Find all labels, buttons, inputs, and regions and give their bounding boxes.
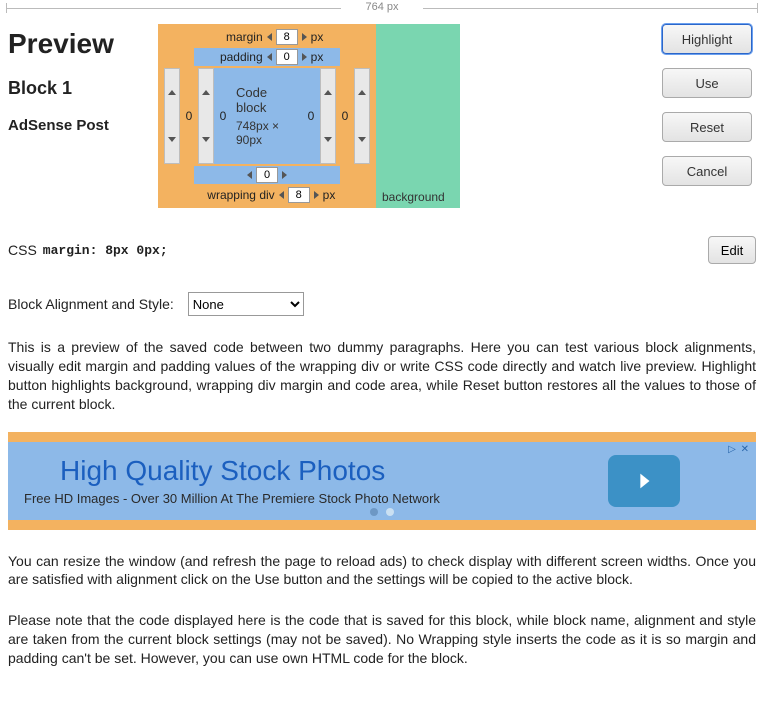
- padding-bottom-dec-icon[interactable]: [247, 171, 252, 179]
- arrow-up-icon: [165, 69, 179, 116]
- margin-bottom-inc-icon[interactable]: [314, 191, 319, 199]
- ad-cta-button[interactable]: [608, 455, 680, 507]
- css-row: CSS margin: 8px 0px; Edit: [8, 236, 756, 264]
- arrow-down-icon: [321, 116, 335, 163]
- paragraph-2: You can resize the window (and refresh t…: [8, 552, 756, 590]
- padding-box: Code block 748px × 90px: [232, 68, 302, 164]
- margin-right-value: 0: [336, 68, 354, 164]
- paragraph-1: This is a preview of the saved code betw…: [8, 338, 756, 414]
- code-block-label: Code block: [236, 85, 298, 115]
- use-button[interactable]: Use: [662, 68, 752, 98]
- dot-2[interactable]: [386, 508, 394, 516]
- margin-box: margin px padding px 0: [158, 24, 376, 208]
- block-heading: Block 1: [8, 78, 158, 99]
- margin-bottom-dec-icon[interactable]: [279, 191, 284, 199]
- width-ruler: 764 px: [0, 0, 764, 18]
- margin-bottom-input[interactable]: [288, 187, 310, 203]
- ad-subtitle: Free HD Images - Over 30 Million At The …: [24, 491, 608, 506]
- ruler-label: 764 px: [365, 1, 398, 13]
- titles: Preview Block 1 AdSense Post: [8, 18, 158, 134]
- preview-heading: Preview: [8, 28, 158, 60]
- reset-button[interactable]: Reset: [662, 112, 752, 142]
- margin-top-inc-icon[interactable]: [302, 33, 307, 41]
- arrow-up-icon: [355, 69, 369, 116]
- padding-left-spinner[interactable]: [198, 68, 214, 164]
- arrow-up-icon: [321, 69, 335, 116]
- margin-top-input[interactable]: [276, 29, 298, 45]
- arrow-down-icon: [355, 116, 369, 163]
- ad-title: High Quality Stock Photos: [60, 455, 608, 487]
- wrapping-label: wrapping div: [199, 188, 275, 202]
- padding-top-dec-icon[interactable]: [267, 53, 272, 61]
- ad-close-icon[interactable]: ▷ ✕: [728, 444, 750, 455]
- chevron-right-icon: [633, 470, 655, 492]
- padding-top-inc-icon[interactable]: [302, 53, 307, 61]
- background-label: background: [382, 190, 445, 204]
- code-box: Code block 748px × 90px: [236, 70, 298, 162]
- padding-label: padding: [211, 50, 263, 64]
- dot-1[interactable]: [370, 508, 378, 516]
- css-label: CSS: [8, 242, 37, 258]
- padding-right-spinner[interactable]: [320, 68, 336, 164]
- padding-bottom-input[interactable]: [256, 167, 278, 183]
- arrow-down-icon: [165, 116, 179, 163]
- block-name: AdSense Post: [8, 117, 158, 134]
- ad-banner[interactable]: High Quality Stock Photos Free HD Images…: [8, 432, 756, 530]
- action-buttons: Highlight Use Reset Cancel: [662, 18, 756, 186]
- alignment-select[interactable]: None: [188, 292, 304, 316]
- background-strip: background: [376, 24, 460, 208]
- padding-top-input[interactable]: [276, 49, 298, 65]
- alignment-row: Block Alignment and Style: None: [8, 292, 756, 316]
- cancel-button[interactable]: Cancel: [662, 156, 752, 186]
- alignment-label: Block Alignment and Style:: [8, 296, 174, 312]
- highlight-button[interactable]: Highlight: [662, 24, 752, 54]
- unit-label: px: [311, 30, 324, 44]
- arrow-up-icon: [199, 69, 213, 116]
- margin-right-spinner[interactable]: [354, 68, 370, 164]
- padding-right-value: 0: [302, 68, 320, 164]
- code-block-size: 748px × 90px: [236, 119, 298, 147]
- margin-label: margin: [211, 30, 263, 44]
- margin-left-spinner[interactable]: [164, 68, 180, 164]
- ad-pagination[interactable]: [370, 508, 394, 516]
- arrow-down-icon: [199, 116, 213, 163]
- edit-button[interactable]: Edit: [708, 236, 756, 264]
- padding-left-value: 0: [214, 68, 232, 164]
- paragraph-3: Please note that the code displayed here…: [8, 611, 756, 668]
- padding-bottom-inc-icon[interactable]: [282, 171, 287, 179]
- margin-top-dec-icon[interactable]: [267, 33, 272, 41]
- box-model-editor: margin px padding px 0: [158, 24, 460, 208]
- margin-left-value: 0: [180, 68, 198, 164]
- css-value: margin: 8px 0px;: [43, 243, 168, 258]
